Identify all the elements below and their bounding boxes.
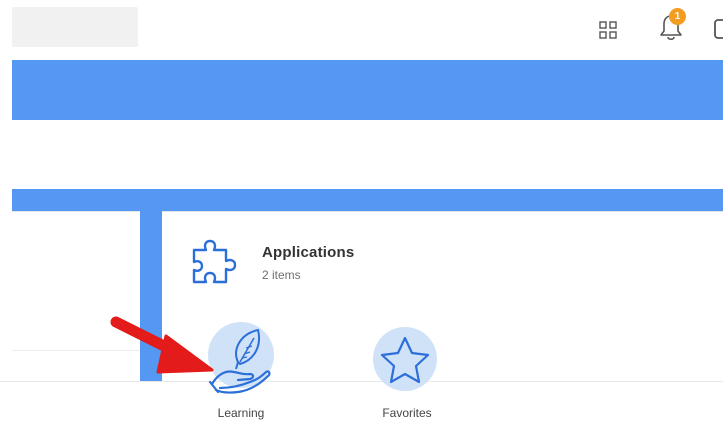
notification-badge: 1 bbox=[669, 8, 686, 25]
annotation-arrow-icon bbox=[110, 316, 214, 374]
banner-band bbox=[12, 60, 723, 120]
search-input[interactable] bbox=[12, 7, 138, 47]
notifications-button[interactable]: 1 bbox=[658, 8, 688, 44]
learning-label: Learning bbox=[217, 406, 265, 420]
favorites-label: Favorites bbox=[382, 406, 432, 420]
section-band bbox=[12, 189, 723, 211]
puzzle-icon bbox=[192, 239, 237, 284]
favorites-tile[interactable]: Favorites bbox=[362, 322, 452, 421]
applications-count: 2 items bbox=[262, 268, 301, 282]
applications-title[interactable]: Applications bbox=[262, 244, 354, 261]
apps-grid-icon[interactable] bbox=[598, 20, 618, 40]
divider bbox=[12, 211, 140, 212]
star-icon bbox=[380, 336, 430, 384]
profile-icon[interactable] bbox=[712, 16, 723, 42]
page: 1 Applications 2 items Learning Favorite… bbox=[0, 0, 723, 421]
